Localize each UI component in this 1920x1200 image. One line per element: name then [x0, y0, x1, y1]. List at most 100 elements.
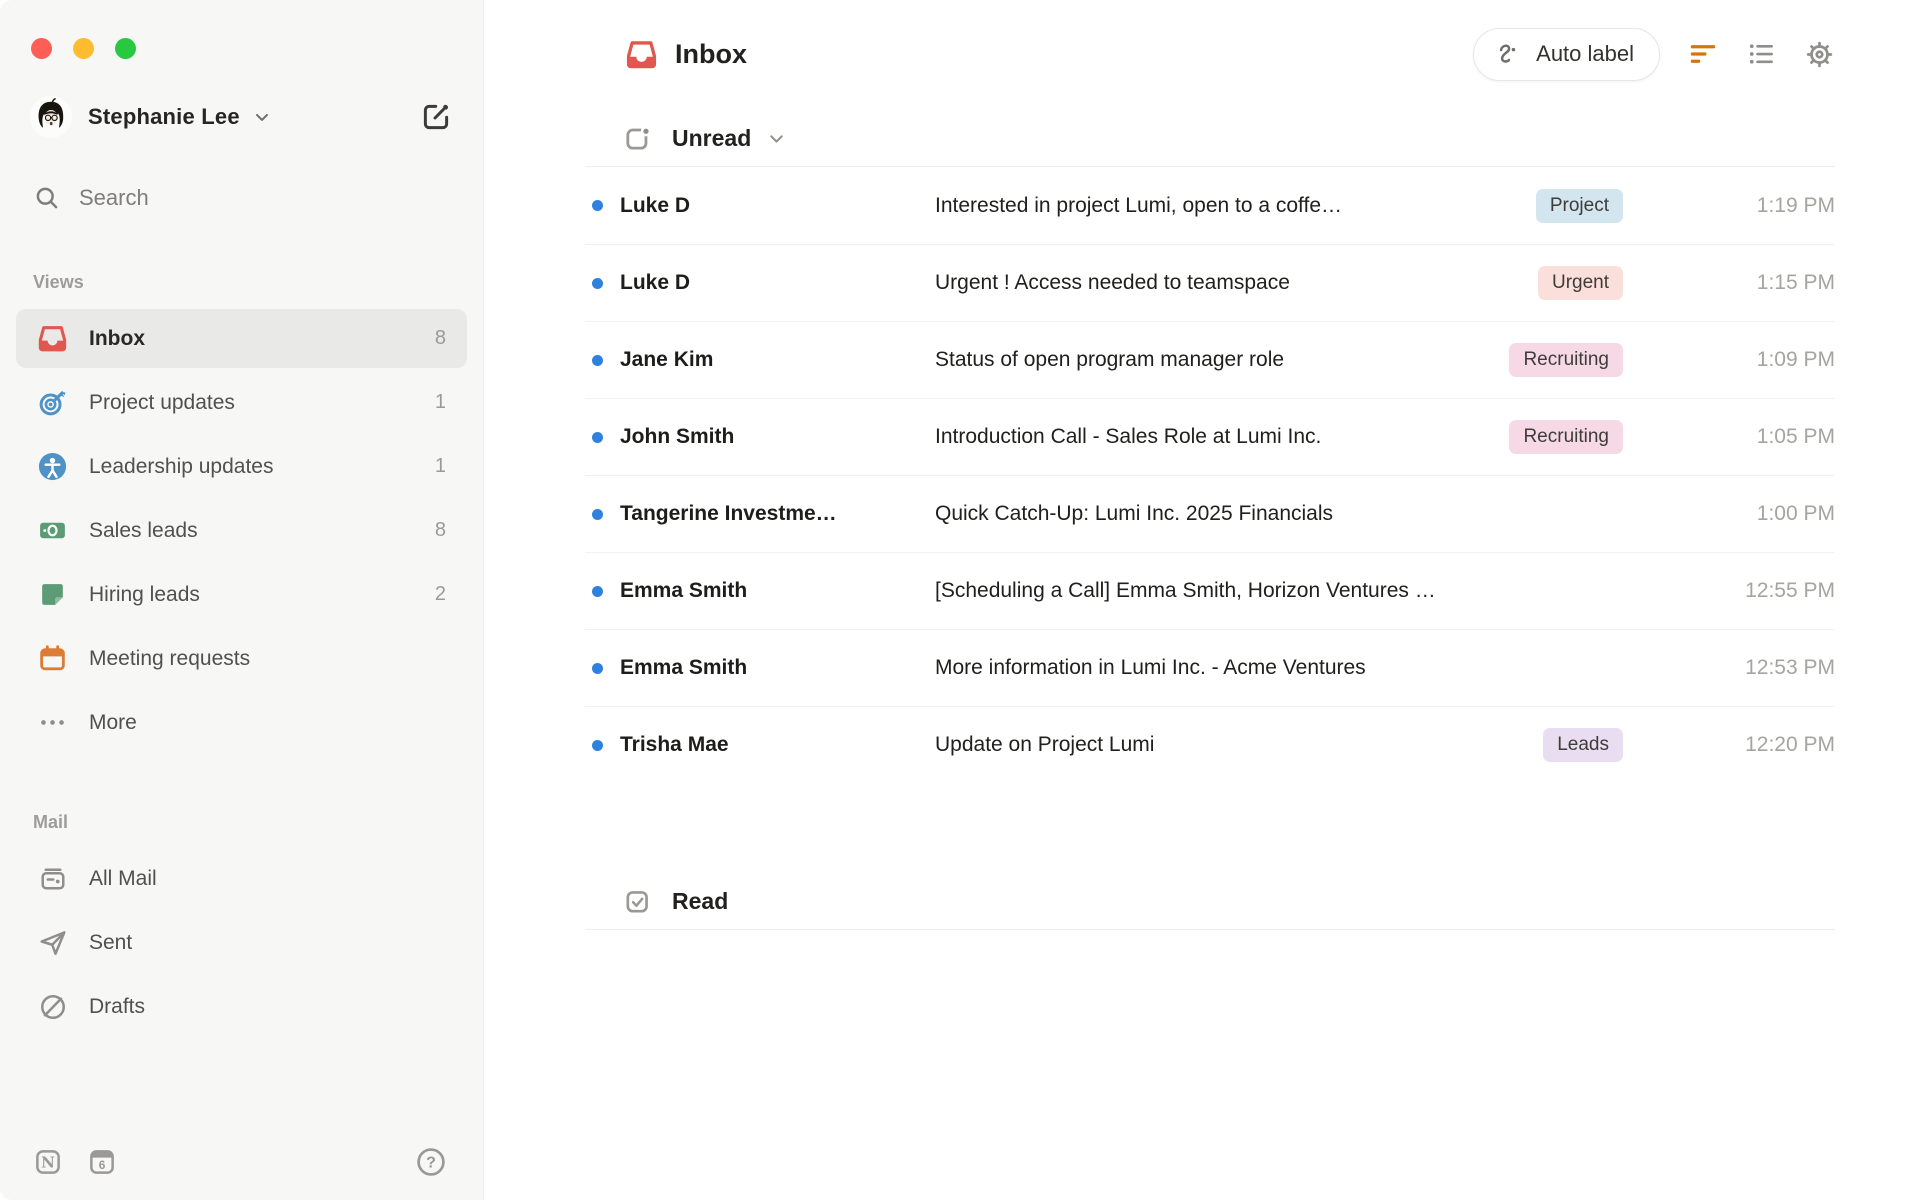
email-subject: Introduction Call - Sales Role at Lumi I… [935, 425, 1322, 448]
email-subject: Interested in project Lumi, open to a co… [935, 193, 1343, 217]
auto-label-button[interactable]: Auto label [1473, 27, 1660, 81]
unread-icon [623, 124, 652, 153]
cash-icon [37, 515, 68, 546]
ellipsis-icon [37, 707, 68, 738]
search-label: Search [79, 185, 149, 210]
email-time: 12:53 PM [1745, 656, 1835, 679]
email-time: 1:15 PM [1756, 271, 1835, 294]
email-sender: Tangerine Investme… [620, 502, 837, 525]
unread-dot-icon [592, 508, 603, 520]
sidebar-item-inbox[interactable]: Inbox 8 [16, 309, 467, 368]
help-icon[interactable]: ? [415, 1146, 447, 1178]
chevron-down-icon[interactable] [252, 107, 272, 127]
email-row-john-smith-3[interactable]: John Smith Introduction Call - Sales Rol… [585, 398, 1835, 475]
chevron-down-icon[interactable] [766, 128, 787, 149]
email-row-trisha-mae-7[interactable]: Trisha Mae Update on Project Lumi Leads … [585, 706, 1835, 783]
main-panel: Inbox Auto label Unread Luke D Intereste… [484, 0, 1920, 1200]
unread-dot-icon [592, 585, 603, 597]
unread-dot-icon [592, 277, 603, 289]
email-time: 12:55 PM [1745, 579, 1835, 602]
sidebar: Stephanie Lee Search Views Inbox 8 Proje… [0, 0, 484, 1200]
sidebar-item-drafts[interactable]: Drafts [16, 977, 467, 1036]
app-window: Stephanie Lee Search Views Inbox 8 Proje… [0, 0, 1920, 1200]
inbox-icon [625, 38, 658, 71]
unread-section-title: Unread [672, 125, 752, 151]
email-sender: Jane Kim [620, 348, 714, 371]
notion-calendar-icon[interactable]: 6 [87, 1147, 117, 1177]
settings-gear-icon[interactable] [1804, 39, 1835, 70]
email-sender: John Smith [620, 425, 735, 448]
compose-icon[interactable] [419, 100, 453, 134]
sidebar-item-sent[interactable]: Sent [16, 913, 467, 972]
label-badge: Project [1535, 188, 1623, 223]
main-header: Inbox Auto label [585, 26, 1835, 82]
mail-section-label: Mail [33, 812, 69, 832]
sidebar-item-leadership-updates[interactable]: Leadership updates 1 [16, 437, 467, 496]
email-subject: Urgent ! Access needed to teamspace [935, 271, 1290, 294]
unread-section-header[interactable]: Unread [585, 124, 1835, 153]
page-title: Inbox [675, 38, 747, 69]
email-row-tangerine-investme-4[interactable]: Tangerine Investme… Quick Catch-Up: Lumi… [585, 475, 1835, 552]
email-time: 1:09 PM [1756, 348, 1835, 371]
unread-dot-icon [592, 431, 603, 443]
email-row-emma-smith-5[interactable]: Emma Smith [Scheduling a Call] Emma Smit… [585, 552, 1835, 629]
email-subject: Update on Project Lumi [935, 733, 1155, 756]
sidebar-item-hiring-leads[interactable]: Hiring leads 2 [16, 565, 467, 624]
email-sender: Luke D [620, 271, 691, 294]
sidebar-footer: N 6 ? [33, 1146, 447, 1178]
email-list: Luke D Interested in project Lumi, open … [585, 167, 1835, 783]
email-subject: Quick Catch-Up: Lumi Inc. 2025 Financial… [935, 502, 1334, 525]
filter-icon[interactable] [1688, 39, 1718, 69]
sidebar-item-more[interactable]: More [16, 693, 467, 752]
svg-text:6: 6 [99, 1158, 106, 1172]
zoom-window-button[interactable] [115, 38, 136, 59]
mail-list: All Mail Sent Drafts [0, 849, 483, 1036]
search-row[interactable]: Search [33, 184, 483, 212]
email-subject: [Scheduling a Call] Emma Smith, Horizon … [935, 579, 1436, 602]
label-badge: Recruiting [1509, 343, 1623, 377]
list-view-icon[interactable] [1746, 39, 1776, 69]
unread-dot-icon [592, 200, 603, 211]
svg-text:?: ? [426, 1155, 436, 1172]
auto-label-wand-icon [1499, 44, 1516, 63]
calendar-icon [37, 643, 68, 674]
email-row-emma-smith-6[interactable]: Emma Smith More information in Lumi Inc.… [585, 629, 1835, 706]
email-time: 1:19 PM [1756, 193, 1835, 217]
email-sender: Emma Smith [620, 656, 748, 679]
email-sender: Luke D [620, 193, 691, 217]
note-icon [37, 579, 68, 610]
svg-text:N: N [41, 1154, 55, 1172]
unread-dot-icon [592, 739, 603, 751]
search-icon [33, 184, 61, 212]
window-controls [31, 38, 136, 59]
allmail-icon [37, 863, 68, 894]
views-list: Inbox 8 Project updates 1 Leadership upd… [0, 309, 483, 752]
email-row-luke-d-1[interactable]: Luke D Urgent ! Access needed to teamspa… [585, 244, 1835, 321]
minimize-window-button[interactable] [73, 38, 94, 59]
read-section-header[interactable]: Read [585, 887, 1835, 916]
email-sender: Emma Smith [620, 579, 748, 602]
sidebar-item-sales-leads[interactable]: Sales leads 8 [16, 501, 467, 560]
email-sender: Trisha Mae [620, 733, 729, 756]
email-time: 1:05 PM [1756, 425, 1835, 448]
profile-row: Stephanie Lee [30, 96, 453, 138]
sidebar-item-project-updates[interactable]: Project updates 1 [16, 373, 467, 432]
sidebar-item-all-mail[interactable]: All Mail [16, 849, 467, 908]
sidebar-item-meeting-requests[interactable]: Meeting requests [16, 629, 467, 688]
avatar[interactable] [30, 96, 72, 138]
label-badge: Leads [1543, 728, 1623, 762]
read-checkbox-icon [623, 887, 652, 916]
views-section-label: Views [33, 272, 84, 292]
drafts-icon [37, 991, 68, 1022]
email-subject: Status of open program manager role [935, 348, 1285, 371]
email-row-luke-d-0[interactable]: Luke D Interested in project Lumi, open … [585, 167, 1835, 244]
label-badge: Recruiting [1509, 420, 1623, 454]
sent-icon [37, 927, 68, 958]
unread-dot-icon [592, 354, 603, 366]
close-window-button[interactable] [31, 38, 52, 59]
read-section-title: Read [672, 888, 729, 914]
notion-logo-icon[interactable]: N [33, 1147, 63, 1177]
account-name[interactable]: Stephanie Lee [88, 104, 240, 130]
header-actions: Auto label [1473, 27, 1835, 81]
email-row-jane-kim-2[interactable]: Jane Kim Status of open program manager … [585, 321, 1835, 398]
